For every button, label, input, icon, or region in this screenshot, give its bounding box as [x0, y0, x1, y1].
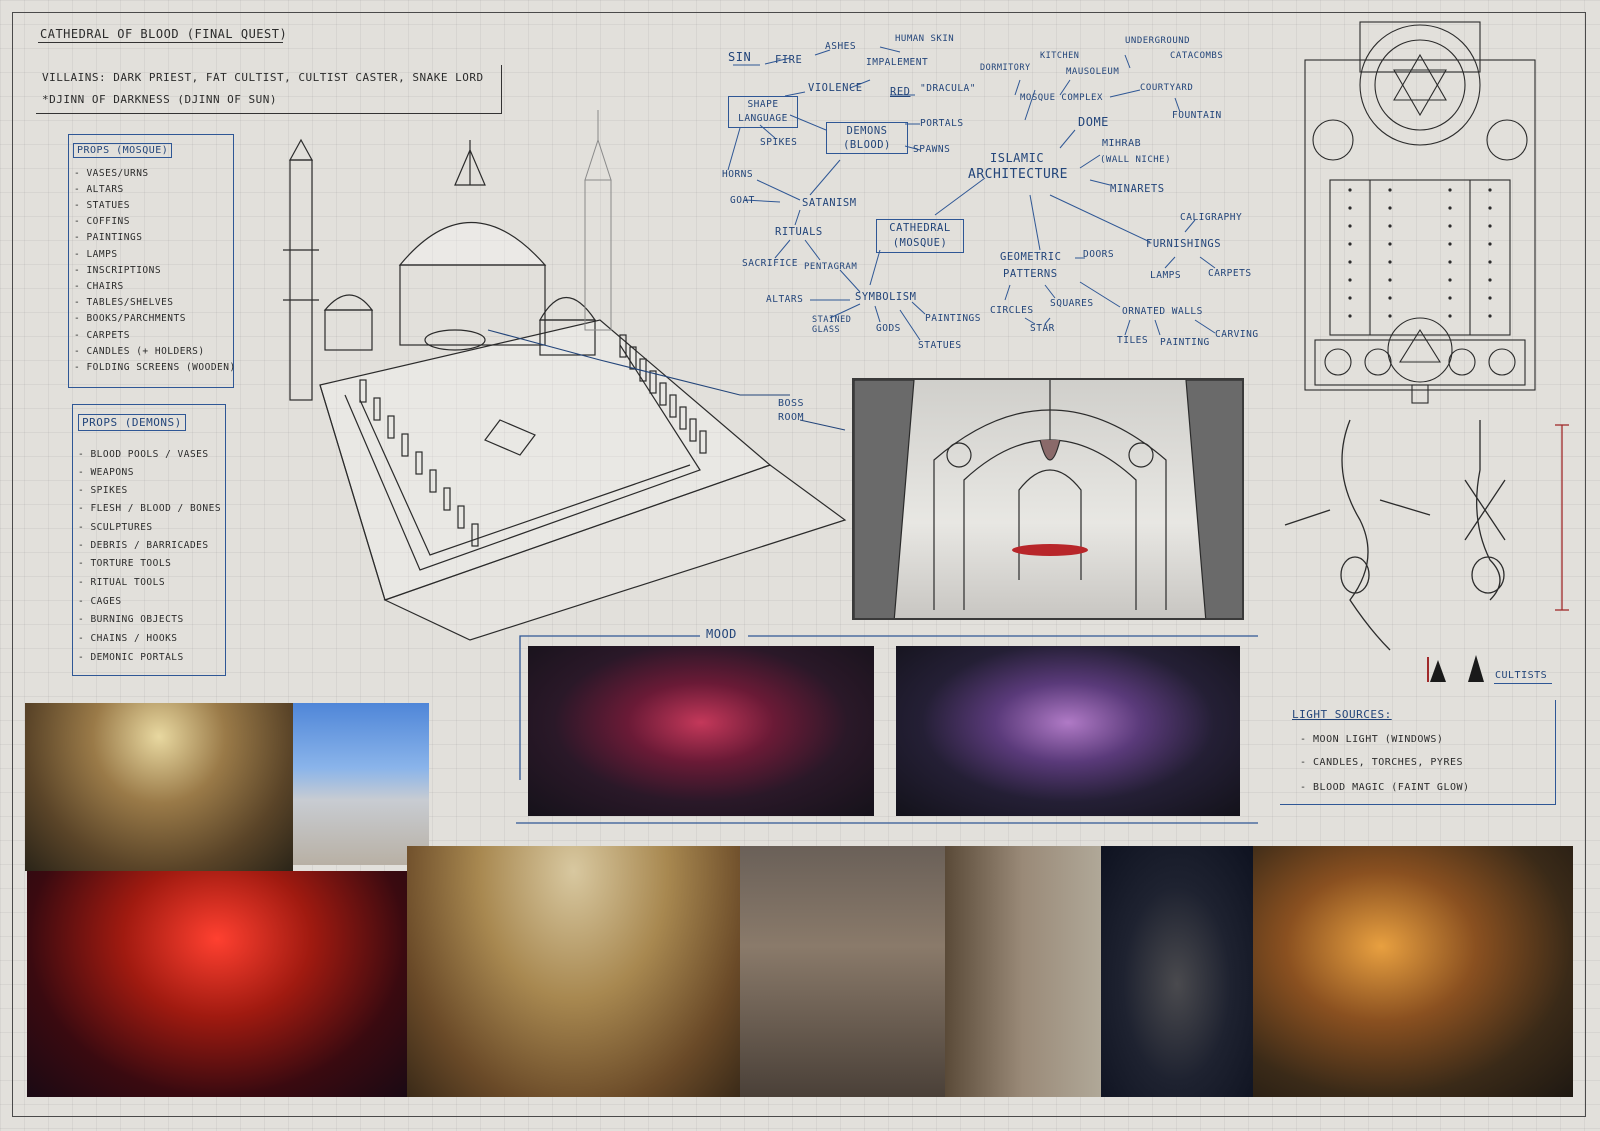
list-item: - Blood Magic (Faint Glow): [1300, 782, 1470, 793]
reference-photo-church-interior: [1253, 846, 1573, 1097]
concept-sheet: { "header": { "title": "Cathedral of Blo…: [0, 0, 1600, 1131]
reference-photo-baphomet: [1101, 846, 1253, 1097]
list-item: - Moon Light (Windows): [1300, 734, 1444, 745]
reference-photo-statue-wall: [945, 846, 1101, 1097]
cultists-label: Cultists: [1495, 670, 1548, 681]
list-item: - Candles, Torches, Pyres: [1300, 757, 1464, 768]
reference-photo-blue-mosque: [293, 703, 429, 865]
reference-photo-red-cathedral: [27, 871, 407, 1097]
reference-photo-hagia-sophia: [25, 703, 293, 871]
reference-photo-notre-dame: [740, 846, 945, 1097]
light-sources-heading: Light Sources:: [1292, 708, 1392, 721]
reference-photo-mosque-dome: [407, 846, 740, 1097]
cultists-underline: [1494, 683, 1552, 684]
